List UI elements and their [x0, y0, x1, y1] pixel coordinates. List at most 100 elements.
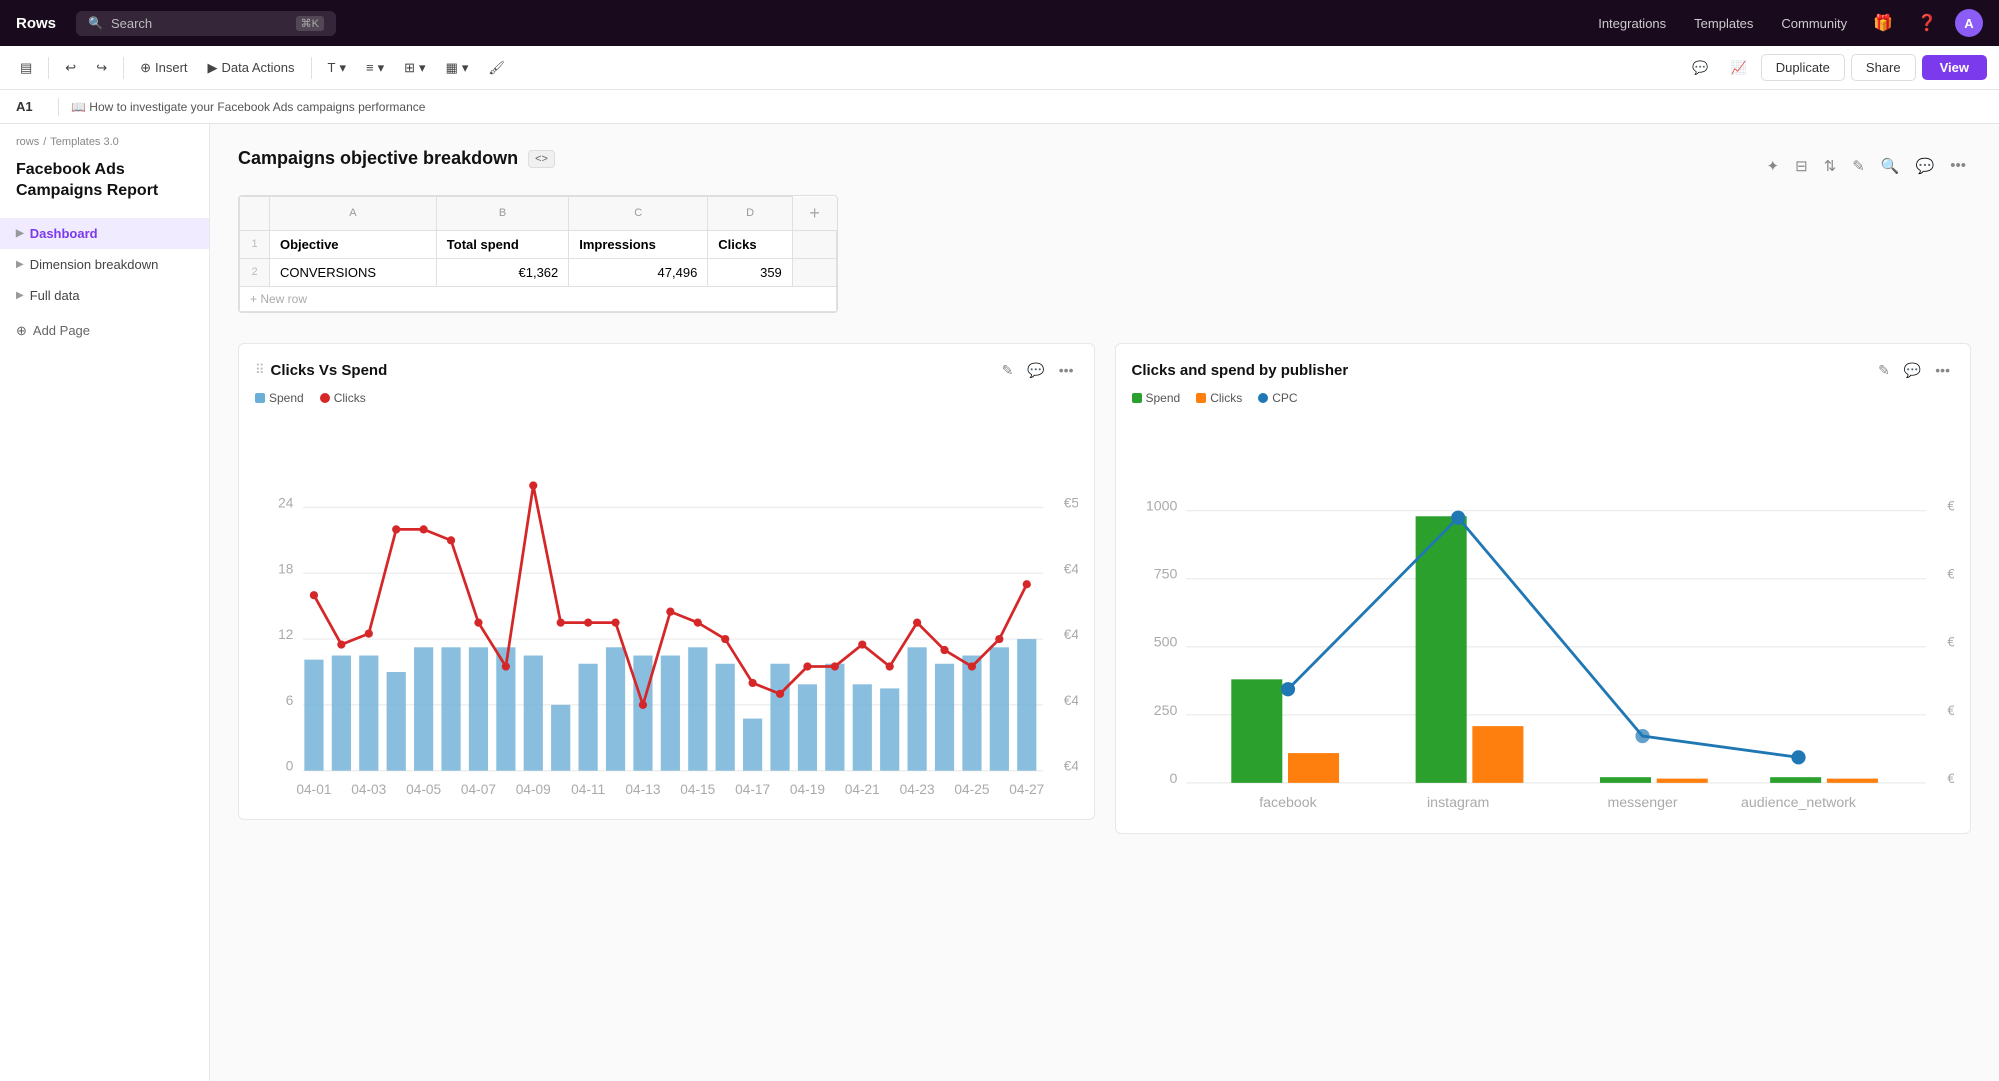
more-chart-btn-1[interactable]: •••: [1055, 360, 1078, 380]
toolbar-divider-2: [123, 57, 124, 79]
edit-chart-btn-1[interactable]: ✎: [998, 360, 1018, 381]
edit-chart-btn-2[interactable]: ✎: [1874, 360, 1894, 381]
spend-color-dot: [255, 393, 265, 403]
undo-btn[interactable]: ↩: [57, 55, 84, 81]
avatar[interactable]: A: [1955, 9, 1983, 37]
clicks-spend-svg: 0 6 12 18 24 €42 €44 €46 €48 €50: [255, 417, 1078, 801]
svg-text:€3.80: €3.80: [1947, 566, 1954, 582]
pub-clicks-label: Clicks: [1210, 391, 1242, 405]
pub-spend-dot: [1132, 393, 1142, 403]
table-section-title: Campaigns objective breakdown <>: [238, 148, 555, 169]
search-bar[interactable]: 🔍 Search ⌘K: [76, 11, 336, 36]
search-icon: 🔍: [88, 16, 103, 30]
an-clicks-bar: [1826, 778, 1877, 782]
svg-text:04-03: 04-03: [351, 781, 386, 796]
comment-btn[interactable]: 💬: [1684, 55, 1716, 81]
grid-btn[interactable]: ▦▾: [438, 55, 477, 81]
svg-text:0: 0: [286, 758, 294, 773]
share-btn[interactable]: Share: [1851, 54, 1916, 81]
cell-impressions[interactable]: 47,496: [569, 258, 708, 286]
svg-text:€0.95: €0.95: [1947, 770, 1954, 786]
integrations-link[interactable]: Integrations: [1590, 12, 1674, 35]
redo-btn[interactable]: ↪: [88, 55, 115, 81]
comment-table-btn[interactable]: 💬: [1911, 154, 1940, 178]
svg-text:04-25: 04-25: [954, 781, 989, 796]
edit-btn[interactable]: ✎: [1847, 154, 1870, 178]
align-icon: ≡: [366, 60, 374, 75]
cell-clicks[interactable]: 359: [708, 258, 793, 286]
svg-text:€48: €48: [1064, 561, 1078, 576]
cell-objective[interactable]: CONVERSIONS: [270, 258, 437, 286]
svg-text:instagram: instagram: [1427, 794, 1489, 810]
svg-text:0: 0: [1169, 770, 1177, 786]
sidebar-item-fulldata[interactable]: ▶ Full data: [0, 280, 209, 311]
text-format-btn[interactable]: T▾: [320, 55, 354, 81]
table-format-btn[interactable]: ⊞▾: [396, 55, 433, 81]
svg-text:04-15: 04-15: [680, 781, 715, 796]
chart-btn[interactable]: 📈: [1723, 55, 1755, 81]
view-btn[interactable]: View: [1922, 55, 1987, 80]
sidebar-item-dimension[interactable]: ▶ Dimension breakdown: [0, 249, 209, 280]
svg-text:messenger: messenger: [1607, 794, 1677, 810]
svg-text:€1.90: €1.90: [1947, 702, 1954, 718]
top-nav: Rows 🔍 Search ⌘K Integrations Templates …: [0, 0, 1999, 46]
ig-clicks-bar: [1472, 726, 1523, 783]
search-placeholder: Search: [111, 16, 288, 31]
ig-spend-bar: [1415, 516, 1466, 783]
filter-btn[interactable]: ⊟: [1790, 154, 1813, 178]
add-page-btn[interactable]: ⊕ Add Page: [0, 315, 209, 347]
cell-spend[interactable]: €1,362: [436, 258, 568, 286]
svg-text:€46: €46: [1064, 627, 1078, 642]
svg-text:04-23: 04-23: [900, 781, 935, 796]
svg-text:audience_network: audience_network: [1740, 794, 1856, 810]
gift-icon[interactable]: 🎁: [1867, 9, 1899, 37]
paint-btn[interactable]: 🖌: [480, 55, 513, 81]
templates-link[interactable]: Templates: [1686, 12, 1761, 35]
sidebar: rows / Templates 3.0 Facebook Ads Campai…: [0, 124, 210, 1081]
new-row-btn[interactable]: + New row: [240, 286, 837, 311]
svg-text:€44: €44: [1064, 692, 1078, 707]
breadcrumb-home[interactable]: rows: [16, 136, 39, 148]
spreadsheet-table: A B C D + 1 Objective Total spend Impres…: [238, 195, 838, 313]
search-table-btn[interactable]: 🔍: [1876, 154, 1905, 178]
add-column-btn[interactable]: +: [792, 197, 836, 231]
svg-text:24: 24: [278, 495, 294, 510]
clicks-spend-title: Clicks Vs Spend: [271, 362, 992, 379]
svg-text:750: 750: [1153, 566, 1177, 582]
svg-text:04-07: 04-07: [461, 781, 496, 796]
legend-spend: Spend: [255, 391, 304, 405]
more-chart-btn-2[interactable]: •••: [1931, 360, 1954, 380]
col-b-header: B: [436, 197, 568, 231]
cpc-dot-ms: [1635, 728, 1649, 742]
more-table-btn[interactable]: •••: [1945, 154, 1971, 177]
community-link[interactable]: Community: [1773, 12, 1855, 35]
align-btn[interactable]: ≡▾: [358, 55, 392, 81]
sidebar-toggle-btn[interactable]: ▤: [12, 55, 40, 81]
insert-btn[interactable]: ⊕ Insert: [132, 55, 195, 81]
publisher-svg: 0 250 500 750 1000 €0.95 €1.90 €2.85 €3.…: [1132, 417, 1955, 814]
chart-icon: 📈: [1731, 60, 1747, 76]
svg-text:€50: €50: [1064, 495, 1078, 510]
header-row-num: 1: [240, 230, 270, 258]
data-actions-btn[interactable]: ▶ Data Actions: [200, 55, 303, 81]
sidebar-item-dashboard[interactable]: ▶ Dashboard: [0, 218, 209, 249]
svg-text:04-17: 04-17: [735, 781, 770, 796]
code-badge: <>: [528, 150, 555, 168]
svg-text:04-09: 04-09: [516, 781, 551, 796]
main-layout: rows / Templates 3.0 Facebook Ads Campai…: [0, 124, 1999, 1081]
drag-handle-icon: ⠿: [255, 362, 265, 378]
col-a-header: A: [270, 197, 437, 231]
magic-wand-btn[interactable]: ✦: [1762, 154, 1785, 178]
chevron-right-icon-2: ▶: [16, 259, 24, 270]
col-c-header: C: [569, 197, 708, 231]
col-objective-header: Objective: [270, 230, 437, 258]
chevron-right-icon: ▶: [16, 228, 24, 239]
help-icon[interactable]: ❓: [1911, 9, 1943, 37]
brand-logo[interactable]: Rows: [16, 15, 56, 32]
toolbar-divider-3: [311, 57, 312, 79]
comment-chart-btn-1[interactable]: 💬: [1023, 360, 1048, 381]
comment-chart-btn-2[interactable]: 💬: [1900, 360, 1925, 381]
ms-clicks-bar: [1656, 778, 1707, 782]
duplicate-btn[interactable]: Duplicate: [1761, 54, 1845, 81]
sort-btn[interactable]: ⇅: [1819, 154, 1842, 178]
